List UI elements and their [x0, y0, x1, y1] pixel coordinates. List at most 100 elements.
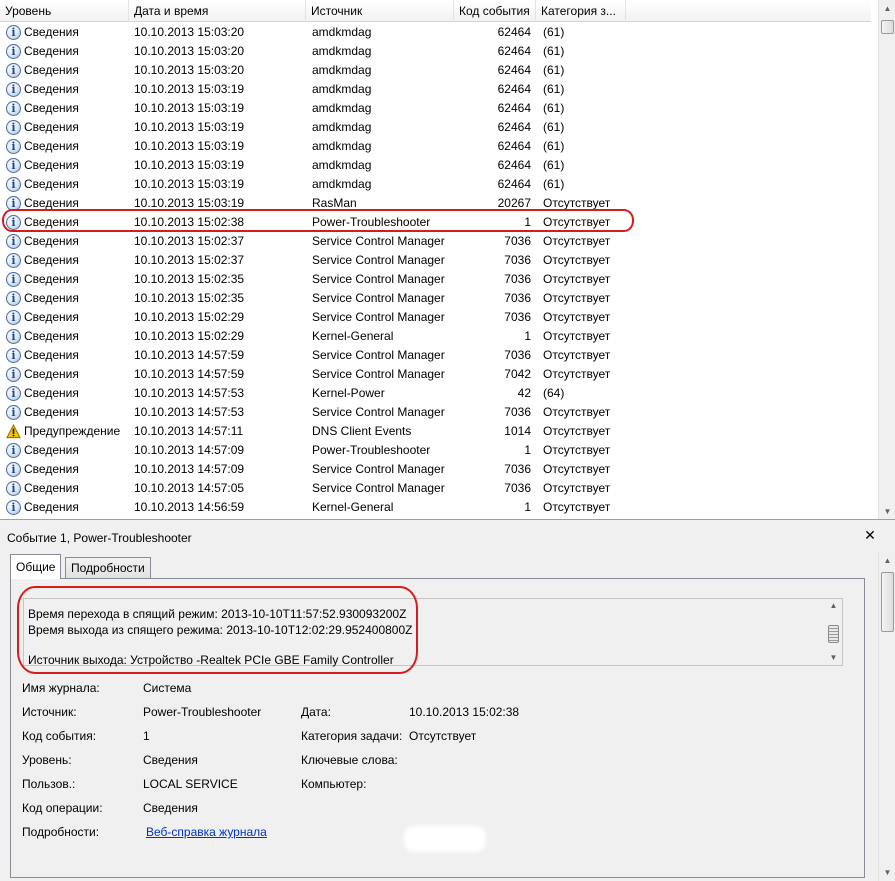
table-row[interactable]: i Сведения 10.10.2013 14:57:09 Power-Troubl… — [0, 441, 871, 460]
table-row[interactable]: i Сведения 10.10.2013 14:57:05 Service Cont… — [0, 479, 871, 498]
message-scroll-down-icon[interactable]: ▼ — [825, 651, 842, 665]
table-row[interactable]: i Сведения 10.10.2013 14:57:09 Service Cont… — [0, 460, 871, 479]
row-level: Сведения — [24, 101, 79, 115]
row-source: Service Control Manager — [312, 272, 445, 286]
table-row[interactable]: i Сведения 10.10.2013 15:03:19 amdkmdag 6246… — [0, 118, 871, 137]
table-row[interactable]: Предупреждение 10.10.2013 14:57:11 DNS Cli… — [0, 422, 871, 441]
detail-scroll-thumb[interactable] — [881, 572, 894, 632]
row-date: 10.10.2013 15:02:37 — [134, 253, 245, 267]
detail-scroll-up-icon[interactable]: ▲ — [879, 552, 895, 569]
event-id-label: Код события: — [22, 729, 97, 743]
row-category: (61) — [543, 25, 565, 39]
table-row[interactable]: i Сведения 10.10.2013 15:03:19 amdkmdag 6246… — [0, 156, 871, 175]
row-date: 10.10.2013 14:57:05 — [134, 481, 245, 495]
row-source: RasMan — [312, 196, 357, 210]
info-icon: i — [6, 253, 21, 268]
online-help-link[interactable]: Веб-справка журнала — [146, 825, 267, 839]
info-icon: i — [6, 215, 21, 230]
row-source: Service Control Manager — [312, 367, 445, 381]
row-source: Service Control Manager — [312, 348, 445, 362]
row-category: Отсутствует — [543, 405, 611, 419]
list-scroll-thumb[interactable] — [881, 20, 894, 34]
column-header-category[interactable]: Категория з... — [536, 0, 626, 22]
info-icon: i — [6, 500, 21, 515]
column-header-level[interactable]: Уровень — [0, 0, 129, 22]
row-source: Service Control Manager — [312, 253, 445, 267]
message-scroll-up-icon[interactable]: ▲ — [825, 599, 842, 613]
table-row[interactable]: i Сведения 10.10.2013 14:57:53 Service Cont… — [0, 403, 871, 422]
message-line-wake: Время выхода из спящего режима: 2013-10-… — [28, 623, 413, 637]
row-level: Сведения — [24, 196, 79, 210]
table-row[interactable]: i Сведения 10.10.2013 15:02:29 Kernel-Gener… — [0, 327, 871, 346]
table-row[interactable]: i Сведения 10.10.2013 15:03:19 RasMan 20267 О… — [0, 194, 871, 213]
table-row[interactable]: i Сведения 10.10.2013 15:02:35 Service Cont… — [0, 270, 871, 289]
row-event-id: 7036 — [504, 234, 531, 248]
close-icon[interactable]: ✕ — [863, 528, 877, 542]
list-scrollbar[interactable]: ▲ ▼ — [878, 0, 895, 519]
row-level: Сведения — [24, 234, 79, 248]
row-event-id: 62464 — [497, 44, 531, 58]
info-icon: i — [6, 234, 21, 249]
table-row[interactable]: i Сведения 10.10.2013 15:03:19 amdkmdag 6246… — [0, 175, 871, 194]
row-source: amdkmdag — [312, 120, 372, 134]
column-header-source[interactable]: Источник — [306, 0, 454, 22]
table-row[interactable]: i Сведения 10.10.2013 14:57:59 Service Cont… — [0, 346, 871, 365]
info-icon: i — [6, 177, 21, 192]
info-icon: i — [6, 462, 21, 477]
table-row[interactable]: i Сведения 10.10.2013 15:02:29 Service Cont… — [0, 308, 871, 327]
row-level: Сведения — [24, 215, 79, 229]
table-row[interactable]: i Сведения 10.10.2013 14:57:59 Service Cont… — [0, 365, 871, 384]
row-level: Сведения — [24, 120, 79, 134]
row-category: (61) — [543, 44, 565, 58]
scroll-down-arrow-icon[interactable]: ▼ — [879, 503, 895, 519]
row-category: Отсутствует — [543, 367, 611, 381]
table-row[interactable]: i Сведения 10.10.2013 15:03:19 amdkmdag 6246… — [0, 80, 871, 99]
event-detail-pane: Событие 1, Power-Troubleshooter ✕ Общие … — [0, 524, 895, 881]
row-event-id: 1 — [524, 500, 531, 514]
row-source: Service Control Manager — [312, 291, 445, 305]
row-level: Сведения — [24, 500, 79, 514]
column-header-bar: Уровень Дата и время Источник Код событи… — [0, 0, 871, 22]
level-label: Уровень: — [22, 753, 72, 767]
row-level: Сведения — [24, 272, 79, 286]
tab-general[interactable]: Общие — [10, 554, 62, 579]
event-message-box[interactable]: Время перехода в спящий режим: 2013-10-1… — [23, 598, 843, 667]
table-row[interactable]: i Сведения 10.10.2013 14:56:59 Kernel-Gener… — [0, 498, 871, 517]
table-row[interactable]: i Сведения 10.10.2013 15:03:19 amdkmdag 6246… — [0, 137, 871, 156]
row-category: Отсутствует — [543, 481, 611, 495]
detail-scroll-down-icon[interactable]: ▼ — [879, 864, 895, 881]
row-category: Отсутствует — [543, 310, 611, 324]
warning-icon — [6, 423, 21, 439]
table-row[interactable]: i Сведения 10.10.2013 15:02:35 Service Cont… — [0, 289, 871, 308]
row-source: amdkmdag — [312, 101, 372, 115]
row-category: Отсутствует — [543, 291, 611, 305]
table-row[interactable]: i Сведения 10.10.2013 15:03:20 amdkmdag 6246… — [0, 42, 871, 61]
row-date: 10.10.2013 15:02:35 — [134, 272, 245, 286]
table-row[interactable]: i Сведения 10.10.2013 15:02:38 Power-Troubl… — [0, 213, 871, 232]
scroll-up-arrow-icon[interactable]: ▲ — [879, 0, 895, 17]
opcode-value: Сведения — [143, 801, 198, 815]
message-scrollbar[interactable]: ▲ ▼ — [825, 599, 842, 665]
row-level: Сведения — [24, 481, 79, 495]
table-row[interactable]: i Сведения 10.10.2013 15:03:20 amdkmdag 6246… — [0, 61, 871, 80]
table-row[interactable]: i Сведения 10.10.2013 15:02:37 Service Cont… — [0, 251, 871, 270]
detail-scrollbar[interactable]: ▲ ▼ — [878, 552, 895, 881]
row-category: (61) — [543, 139, 565, 153]
table-row[interactable]: i Сведения 10.10.2013 15:03:20 amdkmdag 6246… — [0, 23, 871, 42]
column-header-event-id[interactable]: Код события — [454, 0, 536, 22]
row-source: amdkmdag — [312, 177, 372, 191]
row-category: (61) — [543, 158, 565, 172]
event-list: Уровень Дата и время Источник Код событи… — [0, 0, 895, 520]
tab-details[interactable]: Подробности — [65, 557, 151, 579]
row-level: Предупреждение — [24, 424, 121, 438]
table-row[interactable]: i Сведения 10.10.2013 15:03:19 amdkmdag 6246… — [0, 99, 871, 118]
table-row[interactable]: i Сведения 10.10.2013 14:57:53 Kernel-Power… — [0, 384, 871, 403]
column-header-date[interactable]: Дата и время — [129, 0, 306, 22]
message-scroll-thumb[interactable] — [828, 625, 839, 643]
row-category: Отсутствует — [543, 196, 611, 210]
table-row[interactable]: i Сведения 10.10.2013 15:02:37 Service Cont… — [0, 232, 871, 251]
opcode-label: Код операции: — [22, 801, 103, 815]
row-level: Сведения — [24, 462, 79, 476]
info-icon: i — [6, 310, 21, 325]
row-source: Service Control Manager — [312, 310, 445, 324]
